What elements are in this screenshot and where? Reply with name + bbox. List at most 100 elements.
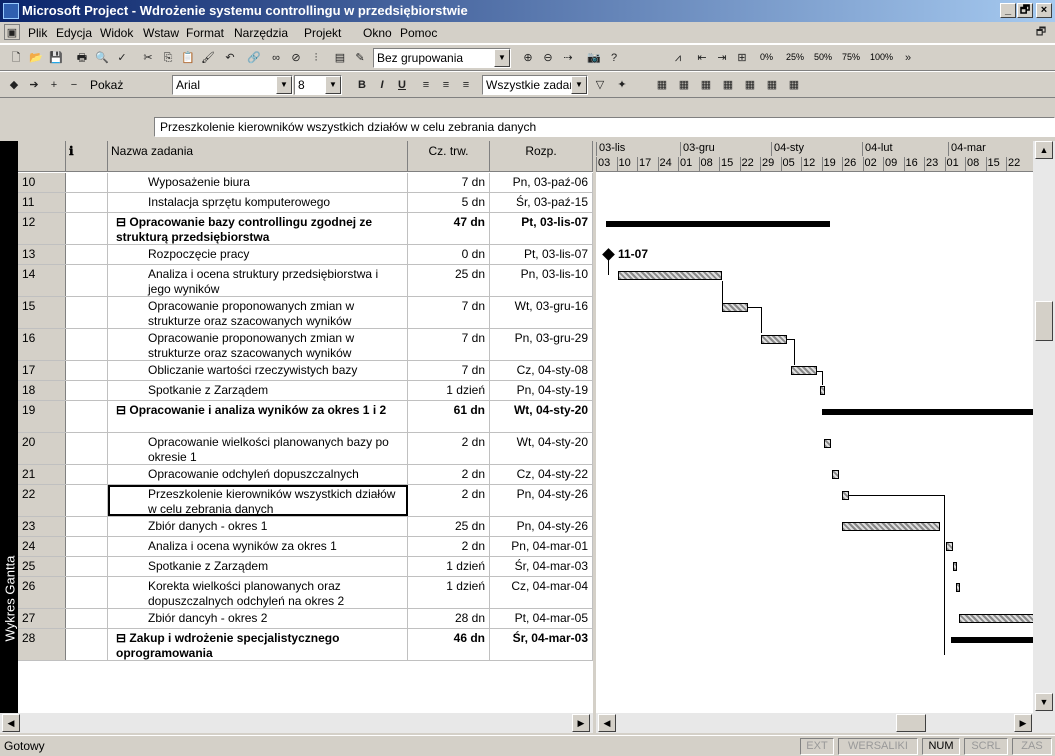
help-icon[interactable]: ?: [606, 50, 622, 66]
table-row[interactable]: 28 ⊟ Zakup i wdrożenie specjalistycznego …: [18, 629, 593, 661]
task-name[interactable]: ⊟ Opracowanie bazy controllingu zgodnej …: [108, 213, 408, 244]
task-name[interactable]: ⊟ Opracowanie i analiza wyników za okres…: [108, 401, 408, 432]
task-duration[interactable]: 7 dn: [408, 361, 490, 380]
font-size-select[interactable]: 8 ▼: [294, 75, 342, 95]
task-name[interactable]: Zbiór danych - okres 1: [108, 517, 408, 536]
table-row[interactable]: 26 Korekta wielkości planowanych oraz dop…: [18, 577, 593, 609]
zoom-50[interactable]: 50%: [814, 52, 832, 62]
task-name[interactable]: Opracowanie proponowanych zmian w strukt…: [108, 329, 408, 360]
zoom-25[interactable]: 25%: [786, 52, 804, 62]
task-start[interactable]: Pn, 03-gru-29: [490, 329, 593, 360]
task-bar[interactable]: [832, 470, 839, 479]
new-icon[interactable]: 🗋: [8, 50, 24, 66]
scroll-right-icon[interactable]: ▶: [572, 714, 590, 732]
chevron-down-icon[interactable]: ▼: [494, 49, 510, 67]
zoom-75[interactable]: 75%: [842, 52, 860, 62]
view-icon-4[interactable]: ▦: [720, 77, 736, 93]
task-start[interactable]: Pn, 04-sty-26: [490, 517, 593, 536]
view-icon-5[interactable]: ▦: [742, 77, 758, 93]
view-icon-7[interactable]: ▦: [786, 77, 802, 93]
cut-icon[interactable]: ✂: [140, 50, 156, 66]
task-start[interactable]: Śr, 04-mar-03: [490, 629, 593, 660]
task-bar[interactable]: [761, 335, 787, 344]
tracking-icon[interactable]: ⩘: [670, 50, 686, 66]
task-duration[interactable]: 1 dzień: [408, 577, 490, 608]
task-name[interactable]: Obliczanie wartości rzeczywistych bazy: [108, 361, 408, 380]
task-duration[interactable]: 2 dn: [408, 485, 490, 516]
restore-doc-icon[interactable]: 🗗: [1033, 24, 1049, 40]
task-bar[interactable]: [618, 271, 722, 280]
link-tasks-icon[interactable]: ∞: [268, 50, 284, 66]
link-line[interactable]: [722, 281, 723, 303]
table-row[interactable]: 17 Obliczanie wartości rzeczywistych bazy…: [18, 361, 593, 381]
copy-icon[interactable]: ⎘: [160, 50, 176, 66]
task-duration[interactable]: 28 dn: [408, 609, 490, 628]
menu-widok[interactable]: Widok: [100, 26, 133, 40]
underline-button[interactable]: U: [394, 77, 410, 93]
outdent-icon[interactable]: ⇤: [694, 50, 710, 66]
indent-icon[interactable]: ⇥: [714, 50, 730, 66]
table-row[interactable]: 19 ⊟ Opracowanie i analiza wyników za okr…: [18, 401, 593, 433]
link-line[interactable]: [608, 259, 609, 275]
print-icon[interactable]: 🖶: [74, 50, 90, 66]
task-bar[interactable]: [791, 366, 817, 375]
save-icon[interactable]: 💾: [48, 50, 64, 66]
menu-format[interactable]: Format: [186, 26, 224, 40]
zoom-100[interactable]: 100%: [870, 52, 893, 62]
task-duration[interactable]: 2 dn: [408, 433, 490, 464]
table-row[interactable]: 27 Zbiór dancyh - okres 2 28 dn Pt, 04-mar-…: [18, 609, 593, 629]
format-painter-icon[interactable]: 🖌: [200, 50, 216, 66]
task-start[interactable]: Wt, 03-gru-16: [490, 297, 593, 328]
arrow-right-icon[interactable]: ➔: [26, 77, 42, 93]
split-task-icon[interactable]: ⫶: [308, 50, 324, 66]
task-start[interactable]: Śr, 03-paź-15: [490, 193, 593, 212]
task-start[interactable]: Pn, 04-sty-26: [490, 485, 593, 516]
task-name[interactable]: Opracowanie proponowanych zmian w strukt…: [108, 297, 408, 328]
table-horizontal-scrollbar[interactable]: ◀ ▶: [0, 713, 593, 733]
scroll-thumb[interactable]: [896, 714, 926, 732]
task-start[interactable]: Cz, 04-sty-22: [490, 465, 593, 484]
close-button[interactable]: ×: [1036, 3, 1052, 18]
task-start[interactable]: Pn, 04-sty-19: [490, 381, 593, 400]
project-app-icon[interactable]: [3, 3, 19, 19]
task-name[interactable]: Zbiór dancyh - okres 2: [108, 609, 408, 628]
chevron-down-icon[interactable]: ▼: [571, 76, 587, 94]
task-start[interactable]: Wt, 04-sty-20: [490, 401, 593, 432]
vertical-scrollbar[interactable]: ▲ ▼: [1033, 141, 1055, 713]
filter-select[interactable]: Wszystkie zadania ▼: [482, 75, 588, 95]
header-id[interactable]: [18, 141, 66, 172]
task-duration[interactable]: 1 dzień: [408, 381, 490, 400]
italic-button[interactable]: I: [374, 77, 390, 93]
task-duration[interactable]: 61 dn: [408, 401, 490, 432]
task-bar[interactable]: [946, 542, 953, 551]
task-duration[interactable]: 25 dn: [408, 517, 490, 536]
grouping-select[interactable]: Bez grupowania ▼: [373, 48, 511, 68]
task-start[interactable]: Śr, 04-mar-03: [490, 557, 593, 576]
unlink-tasks-icon[interactable]: ⊘: [288, 50, 304, 66]
task-name[interactable]: Spotkanie z Zarządem: [108, 557, 408, 576]
table-row[interactable]: 22 Przeszkolenie kierowników wszystkich d…: [18, 485, 593, 517]
task-name[interactable]: Analiza i ocena wyników za okres 1: [108, 537, 408, 556]
autofilter-icon[interactable]: ▽: [592, 77, 608, 93]
view-bar-label[interactable]: Wykres Gantta: [3, 549, 18, 649]
link-line[interactable]: [849, 495, 945, 655]
table-row[interactable]: 24 Analiza i ocena wyników za okres 12 dn…: [18, 537, 593, 557]
table-row[interactable]: 16 Opracowanie proponowanych zmian w stru…: [18, 329, 593, 361]
summary-bar[interactable]: [606, 221, 830, 227]
task-bar[interactable]: [824, 439, 831, 448]
task-bar[interactable]: [956, 583, 960, 592]
gantt-wizard-icon[interactable]: ✦: [614, 77, 630, 93]
task-bar[interactable]: [959, 614, 1033, 623]
open-icon[interactable]: 📂: [28, 50, 44, 66]
document-icon[interactable]: ▣: [4, 24, 20, 40]
link-line[interactable]: [748, 307, 762, 333]
view-icon-6[interactable]: ▦: [764, 77, 780, 93]
bold-button[interactable]: B: [354, 77, 370, 93]
minimize-button[interactable]: _: [1000, 3, 1016, 18]
insert-hyperlink-icon[interactable]: 🔗: [246, 50, 262, 66]
task-duration[interactable]: 1 dzień: [408, 557, 490, 576]
menu-okno[interactable]: Okno: [363, 26, 392, 40]
zoom-in-icon[interactable]: ⊕: [520, 50, 536, 66]
task-duration[interactable]: 47 dn: [408, 213, 490, 244]
zoom-out-icon[interactable]: ⊖: [540, 50, 556, 66]
